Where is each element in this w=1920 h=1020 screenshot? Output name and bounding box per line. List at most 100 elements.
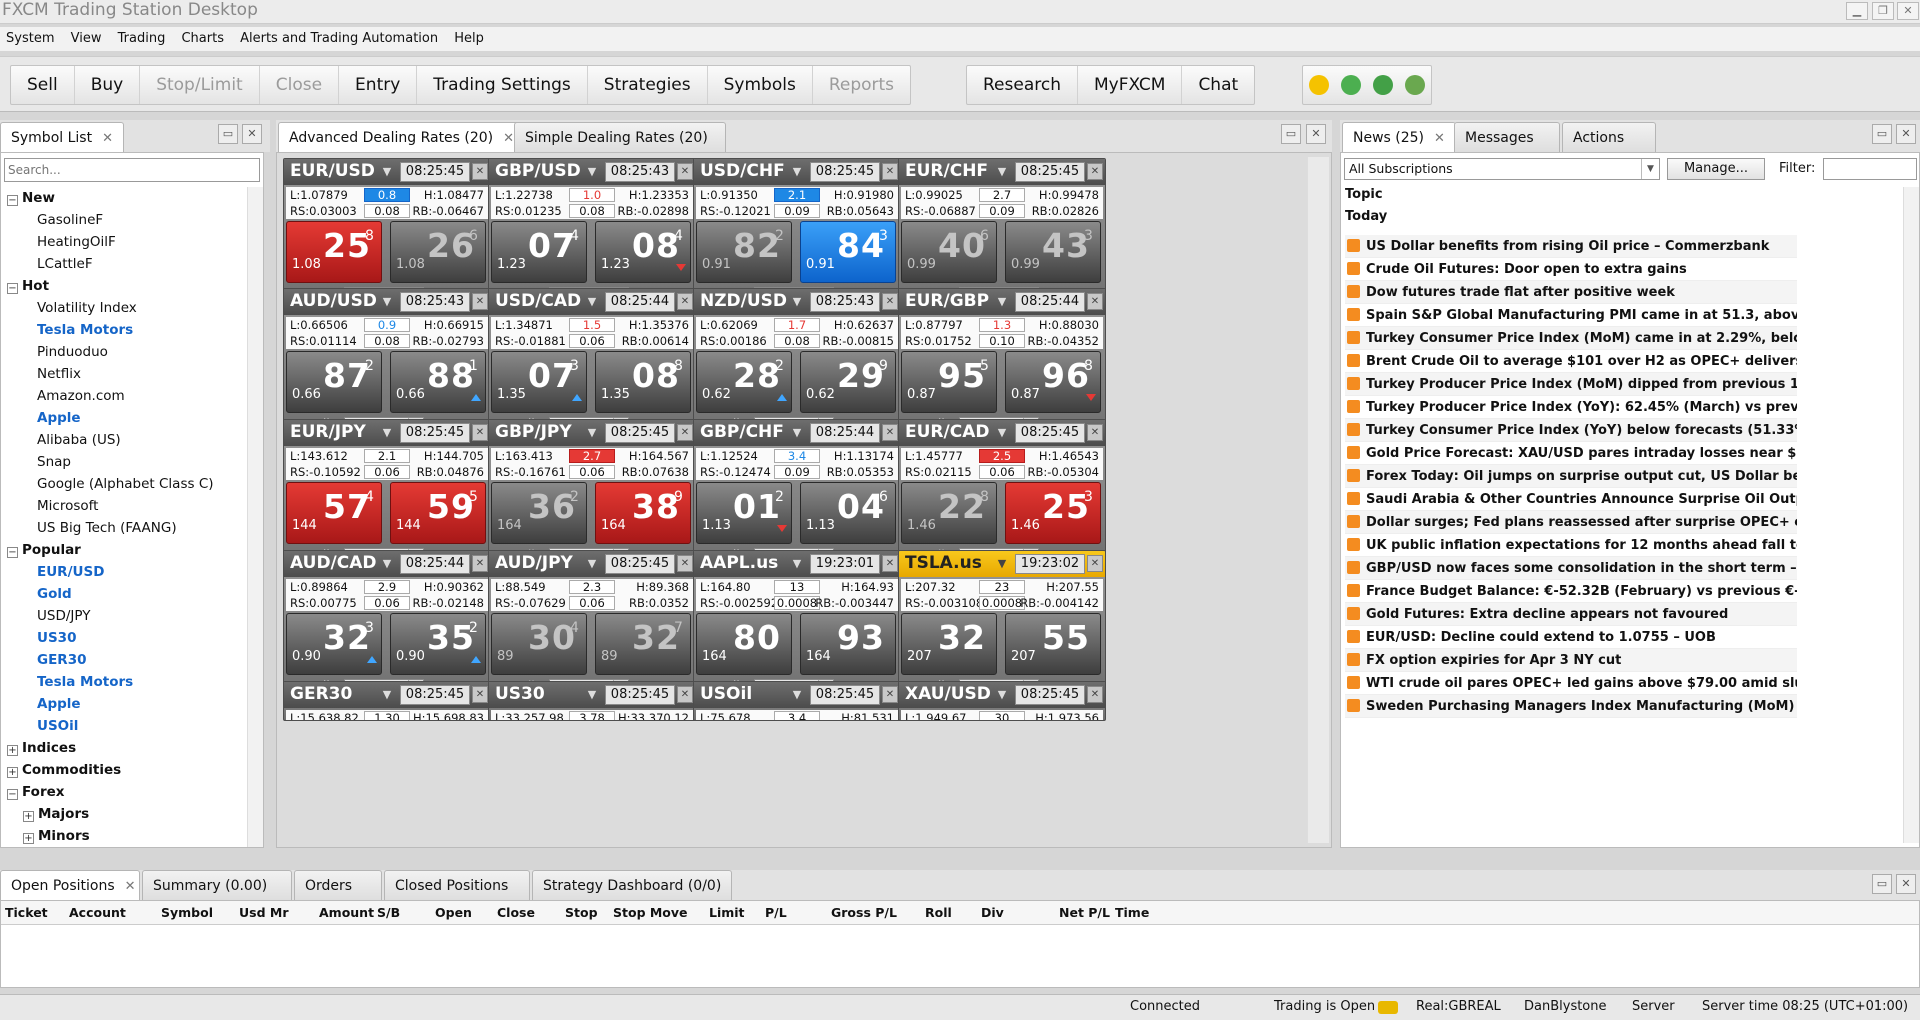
close-icon[interactable]: ✕	[1087, 424, 1103, 441]
tile-symbol[interactable]: NZD/USD	[700, 291, 787, 311]
close-icon[interactable]: ✕	[503, 131, 514, 146]
chevron-down-icon[interactable]: ▼	[993, 557, 1011, 571]
tile-symbol[interactable]: AAPL.us	[700, 553, 778, 573]
column-header[interactable]: Gross P/L	[831, 904, 897, 922]
rates-close-button[interactable]: ✕	[1306, 124, 1326, 144]
sell-price-button[interactable]: 0.90 32 3	[286, 613, 382, 675]
chevron-down-icon[interactable]: ▼	[378, 295, 396, 309]
expand-icon[interactable]: +	[7, 767, 18, 778]
expand-icon[interactable]: +	[23, 833, 34, 844]
toolbar-chat-button[interactable]: Chat	[1182, 66, 1254, 104]
news-close-button[interactable]: ✕	[1896, 124, 1916, 144]
toolbar-sell-button[interactable]: Sell	[11, 66, 75, 104]
close-icon[interactable]: ✕	[882, 293, 898, 310]
tile-symbol[interactable]: EUR/USD	[290, 161, 375, 181]
tile-symbol[interactable]: EUR/CAD	[905, 422, 989, 442]
sell-price-button[interactable]: 0.66 87 2	[286, 351, 382, 413]
sell-price-button[interactable]: 144 57 4	[286, 482, 382, 544]
sell-price-button[interactable]: 1.23 07 4	[491, 221, 587, 283]
sell-price-button[interactable]: 0.87 95 5	[901, 351, 997, 413]
chevron-down-icon[interactable]: ▼	[993, 426, 1011, 440]
maximize-button[interactable]: ❐	[1872, 2, 1894, 20]
tree-item[interactable]: Volatility Index	[37, 297, 137, 319]
sell-price-button[interactable]: 1.08 25 8	[286, 221, 382, 283]
close-icon[interactable]: ✕	[125, 879, 136, 894]
buy-price-button[interactable]: 164 93	[800, 613, 896, 675]
sell-price-button[interactable]: 164 36 2	[491, 482, 587, 544]
tile-symbol[interactable]: GBP/CHF	[700, 422, 784, 442]
news-item[interactable]: Sweden Purchasing Managers Index Manufac…	[1345, 695, 1797, 718]
tab-news[interactable]: News (25) ✕	[1342, 122, 1456, 152]
column-header[interactable]: Div	[981, 904, 1004, 922]
tree-item[interactable]: Gold	[37, 583, 72, 605]
tile-symbol[interactable]: TSLA.us	[905, 553, 982, 573]
tile-symbol[interactable]: USOil	[700, 684, 752, 704]
column-header[interactable]: P/L	[765, 904, 787, 922]
news-scrollbar[interactable]	[1903, 187, 1919, 843]
tile-symbol[interactable]: AUD/JPY	[495, 553, 573, 573]
sell-price-button[interactable]: 1.46 22 8	[901, 482, 997, 544]
chevron-down-icon[interactable]: ▼	[788, 426, 806, 440]
rates-minimize-button[interactable]: ▭	[1281, 124, 1301, 144]
menu-help[interactable]: Help	[448, 27, 490, 51]
toolbar-research-button[interactable]: Research	[967, 66, 1078, 104]
buy-price-button[interactable]: 1.13 04 6	[800, 482, 896, 544]
tree-item[interactable]: Tesla Motors	[37, 671, 133, 693]
panel-minimize-button[interactable]: ▭	[218, 124, 238, 144]
tree-item[interactable]: GasolineF	[37, 209, 103, 231]
tab-symbol-list[interactable]: Symbol List ✕	[0, 122, 124, 152]
chevron-down-icon[interactable]: ▼	[583, 295, 601, 309]
news-item[interactable]: WTI crude oil pares OPEC+ led gains abov…	[1345, 672, 1797, 695]
sell-price-button[interactable]: 89 30 4	[491, 613, 587, 675]
column-header[interactable]: Account	[69, 904, 126, 922]
news-item[interactable]: Turkey Consumer Price Index (MoM) came i…	[1345, 327, 1797, 350]
tile-symbol[interactable]: EUR/CHF	[905, 161, 988, 181]
close-icon[interactable]: ✕	[677, 424, 693, 441]
news-item[interactable]: GBP/USD now faces some consolidation in …	[1345, 557, 1797, 580]
rates-scrollbar[interactable]	[1307, 157, 1329, 843]
chevron-down-icon[interactable]: ▼	[788, 165, 806, 179]
sell-price-button[interactable]: 0.62 28 2	[696, 351, 792, 413]
tree-item[interactable]: + Majors	[23, 803, 89, 825]
news-item[interactable]: Forex Today: Oil jumps on surprise outpu…	[1345, 465, 1797, 488]
close-icon[interactable]: ✕	[1087, 686, 1103, 703]
sell-price-button[interactable]: 1.35 07 3	[491, 351, 587, 413]
close-icon[interactable]: ✕	[472, 424, 488, 441]
close-icon[interactable]: ✕	[677, 555, 693, 572]
news-item[interactable]: UK public inflation expectations for 12 …	[1345, 534, 1797, 557]
tree-item[interactable]: EUR/USD	[37, 561, 104, 583]
column-header[interactable]: Roll	[925, 904, 952, 922]
collapse-icon[interactable]: −	[7, 789, 18, 800]
tab-open-positions[interactable]: Open Positions ✕	[0, 870, 140, 900]
sell-price-button[interactable]: 164 80	[696, 613, 792, 675]
sell-price-button[interactable]: 207 32	[901, 613, 997, 675]
tab-strategy-dashboard[interactable]: Strategy Dashboard (0/0)	[532, 870, 732, 900]
tab-messages[interactable]: Messages	[1454, 122, 1560, 152]
symbol-search-input[interactable]	[4, 158, 260, 182]
expand-icon[interactable]: +	[7, 745, 18, 756]
buy-price-button[interactable]: 0.99 43 3	[1005, 221, 1101, 283]
positions-close-button[interactable]: ✕	[1896, 874, 1916, 894]
tree-item[interactable]: USOil	[37, 715, 78, 737]
close-icon[interactable]: ✕	[472, 686, 488, 703]
chevron-down-icon[interactable]: ▼	[583, 426, 601, 440]
tree-item[interactable]: Amazon.com	[37, 385, 125, 407]
tree-item[interactable]: US Big Tech (FAANG)	[37, 517, 177, 539]
sell-price-button[interactable]: 1.13 01 2	[696, 482, 792, 544]
column-header[interactable]: Symbol	[161, 904, 213, 922]
close-window-button[interactable]: ✕	[1897, 2, 1919, 20]
column-header[interactable]: Limit	[709, 904, 745, 922]
sell-price-button[interactable]: 0.91 82 2	[696, 221, 792, 283]
toolbar-trading-settings-button[interactable]: Trading Settings	[417, 66, 588, 104]
toolbar-stop-limit-button[interactable]: Stop/Limit	[140, 66, 260, 104]
symbol-list-scrollbar[interactable]	[247, 187, 263, 847]
toolbar-strategies-button[interactable]: Strategies	[588, 66, 708, 104]
close-icon[interactable]: ✕	[882, 163, 898, 180]
chevron-down-icon[interactable]: ▼	[583, 557, 601, 571]
close-icon[interactable]: ✕	[677, 293, 693, 310]
close-icon[interactable]: ✕	[1434, 131, 1445, 146]
chevron-down-icon[interactable]: ▼	[583, 688, 601, 702]
chevron-down-icon[interactable]: ▼	[993, 295, 1011, 309]
close-icon[interactable]: ✕	[882, 686, 898, 703]
tree-item[interactable]: LCattleF	[37, 253, 93, 275]
